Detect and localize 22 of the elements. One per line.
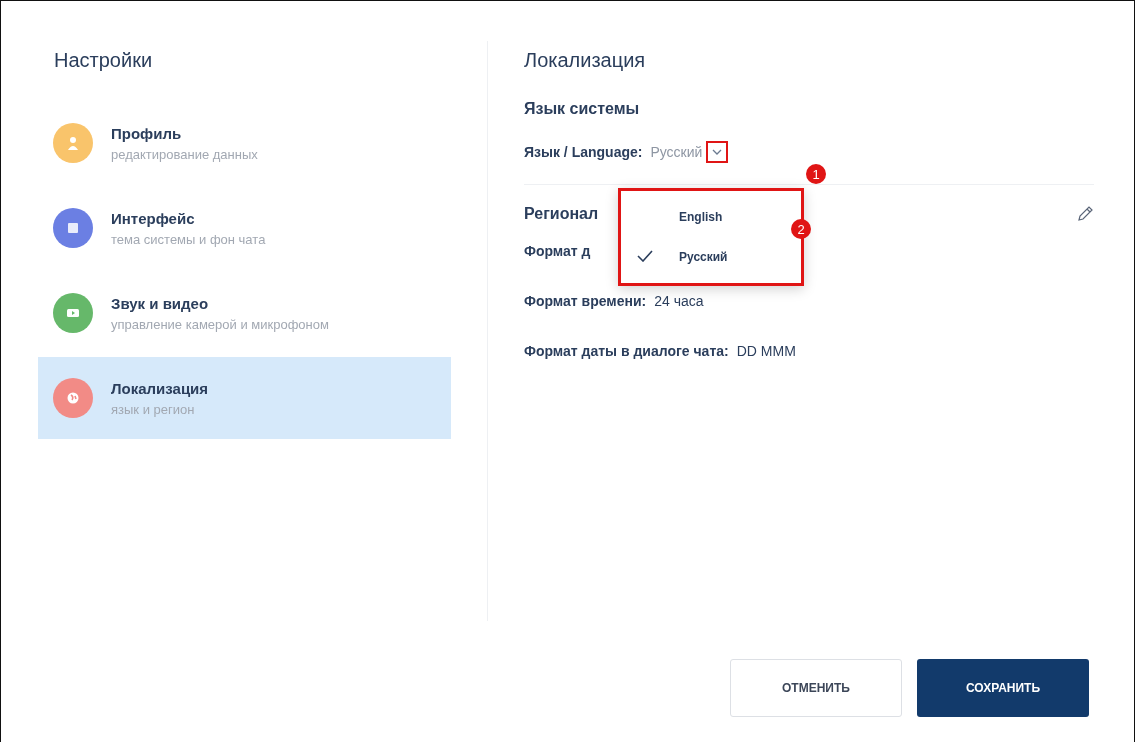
field-label: Формат д: [524, 243, 591, 259]
pencil-icon[interactable]: [1076, 205, 1094, 223]
annotation-badge: 1: [806, 164, 826, 184]
sidebar-item[interactable]: Профиль редактирование данных: [38, 102, 451, 184]
section-heading: Регионал: [524, 205, 599, 223]
sidebar-item[interactable]: Интерфейс тема системы и фон чата: [38, 187, 451, 269]
field-label: Язык / Language:: [524, 144, 643, 160]
sidebar-item[interactable]: Звук и видео управление камерой и микрофоном: [38, 272, 451, 354]
sidebar-item[interactable]: Локализация язык и регион: [38, 357, 451, 439]
section-heading: Язык системы: [524, 100, 641, 118]
field-label: Формат времени:: [524, 293, 647, 309]
check-icon: [637, 250, 653, 262]
annotation-badge: 2: [791, 219, 811, 239]
sidebar-title: Настройки: [54, 49, 154, 72]
chevron-icon[interactable]: [706, 141, 729, 163]
save-button[interactable]: СОХРАНИТЬ: [917, 659, 1089, 717]
field-label: Формат даты в диалоге чата:: [524, 343, 729, 359]
field-value: DD MMM: [736, 343, 796, 359]
section-title: Локализация: [524, 49, 647, 72]
dropdown-option[interactable]: Русский: [621, 237, 801, 277]
cancel-button[interactable]: ОТМЕНИТЬ: [730, 659, 902, 717]
field-value: 24 часа: [654, 293, 704, 309]
